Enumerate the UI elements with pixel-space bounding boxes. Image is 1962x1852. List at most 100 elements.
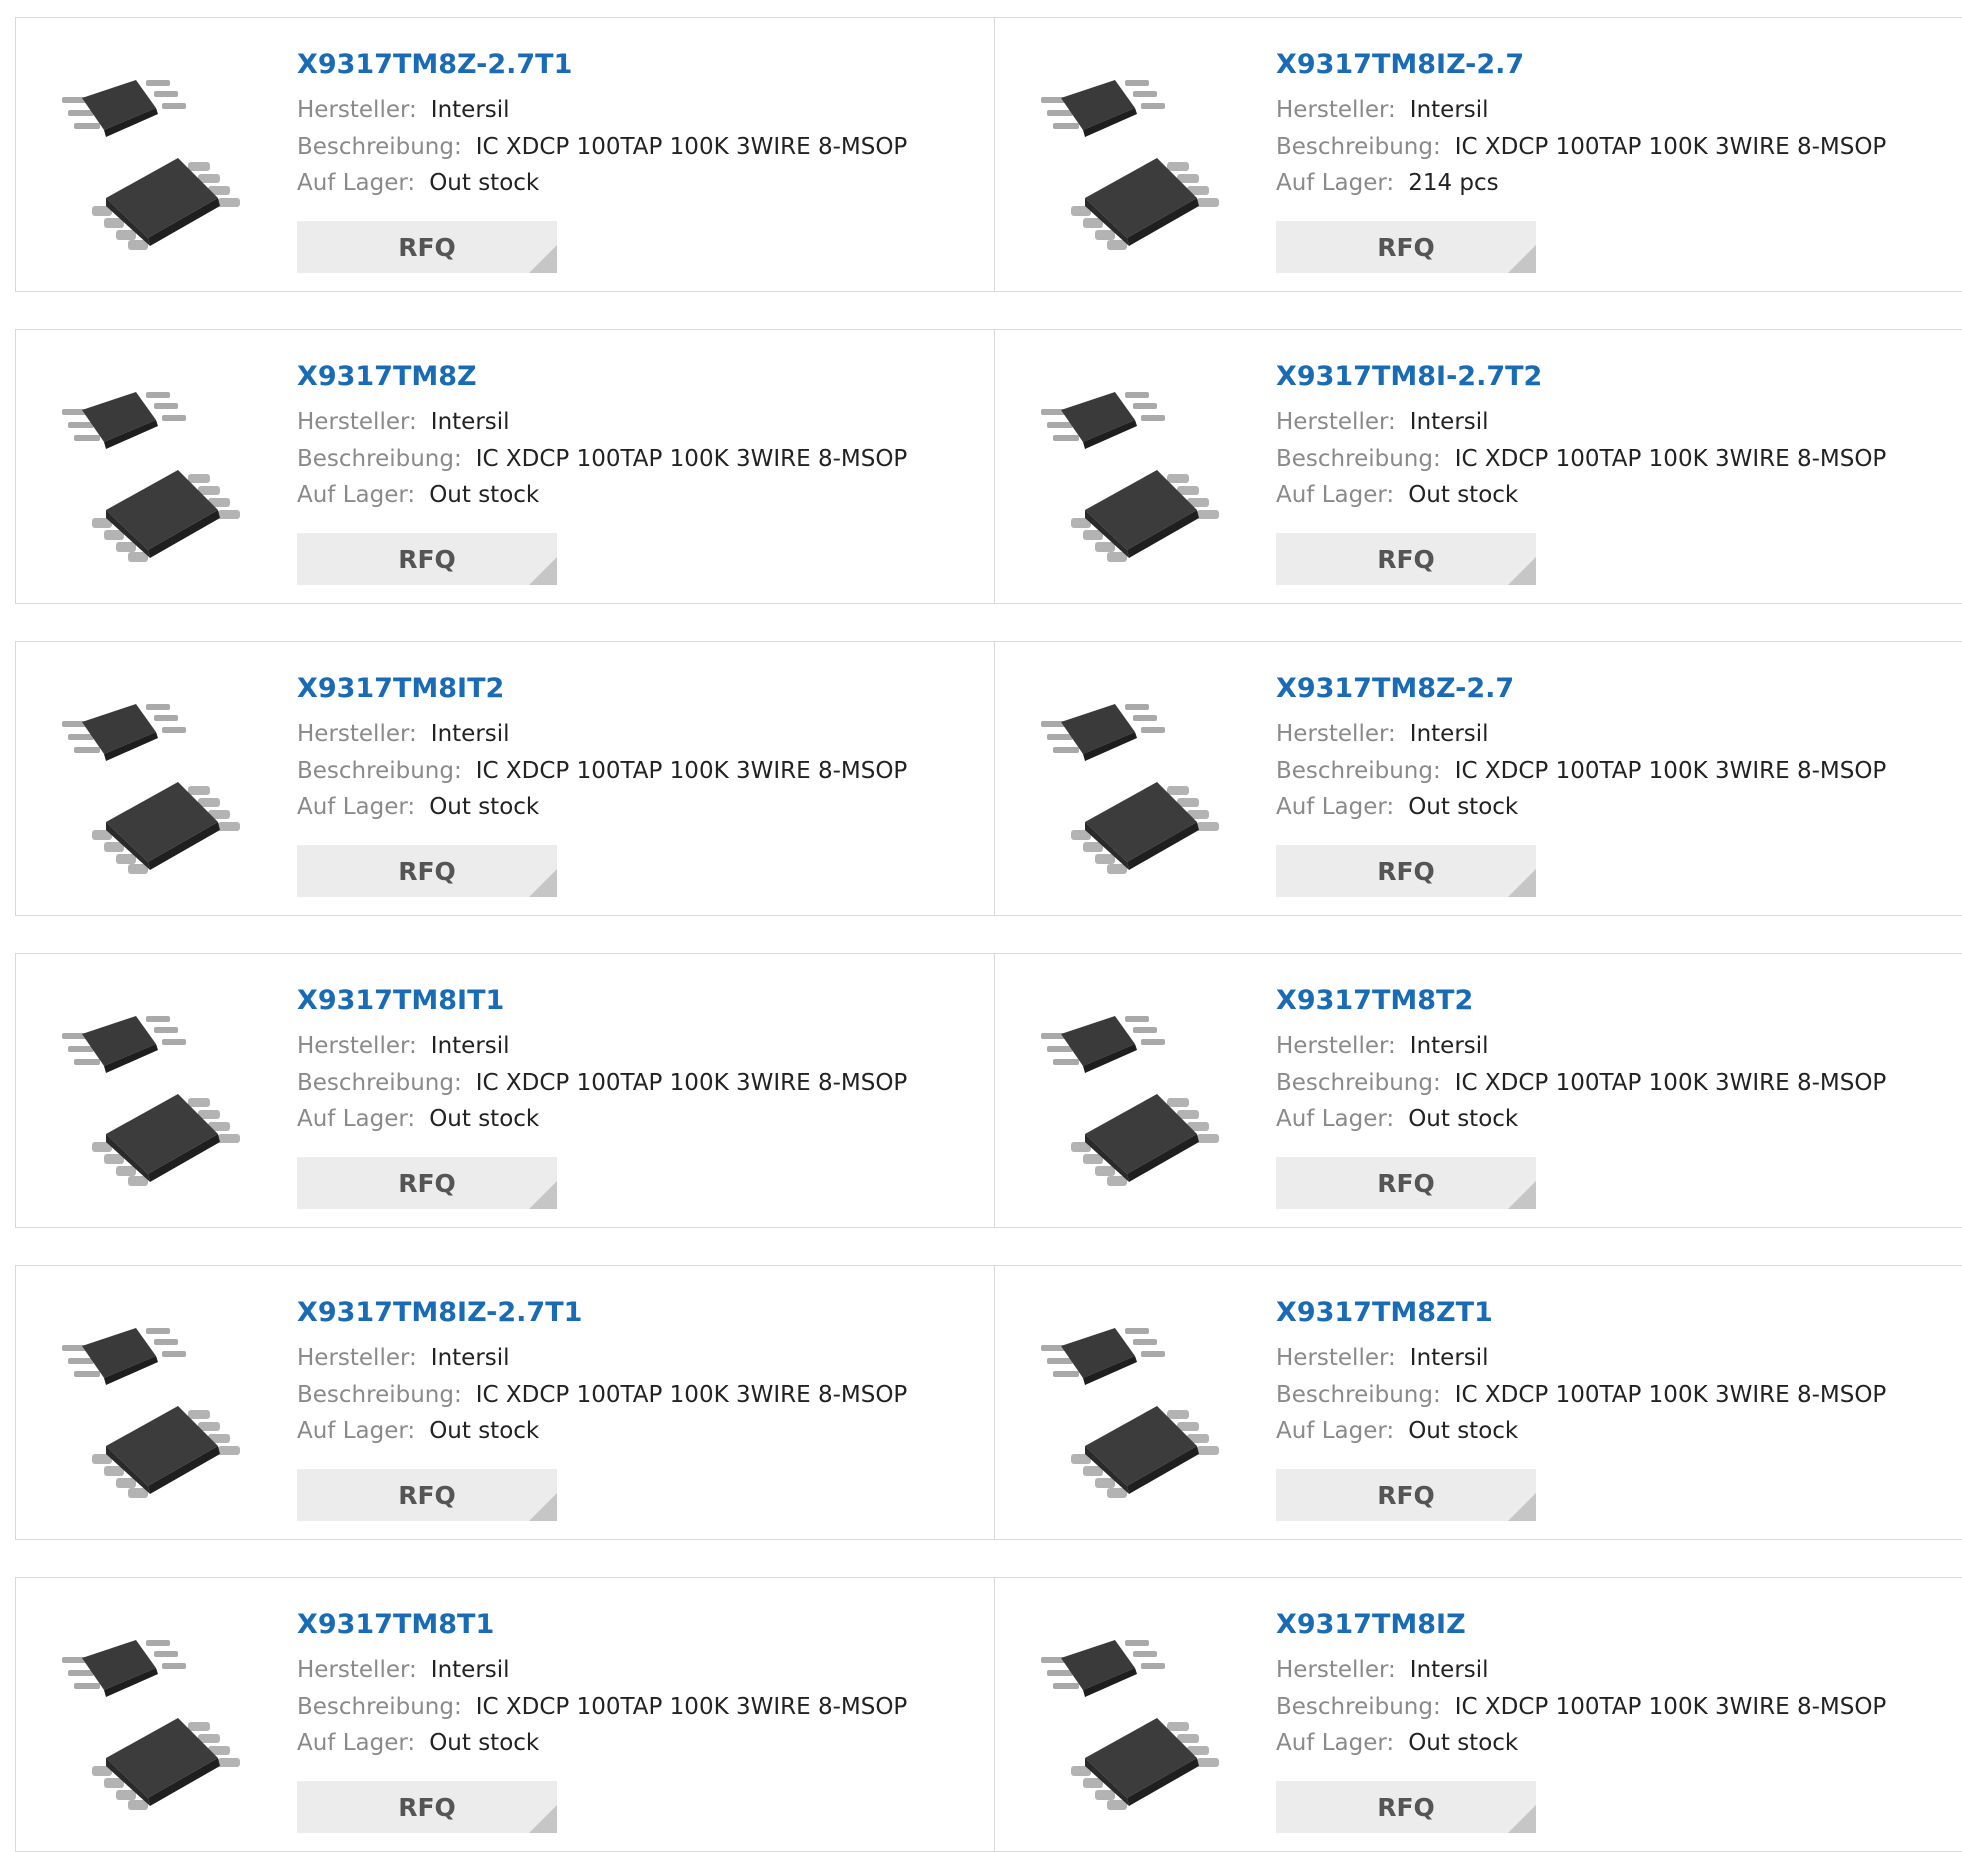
- product-card: X9317TM8IZ Hersteller: Intersil Beschreib…: [994, 1578, 1962, 1851]
- rfq-button[interactable]: RFQ: [1276, 1781, 1536, 1833]
- rfq-button[interactable]: RFQ: [1276, 533, 1536, 585]
- msop-8-chip-icon[interactable]: [58, 58, 258, 258]
- manufacturer-label: Hersteller:: [297, 721, 417, 747]
- description-line: Beschreibung: IC XDCP 100TAP 100K 3WIRE 8…: [297, 758, 907, 784]
- part-number-link[interactable]: X9317TM8I-2.7T2: [1276, 361, 1542, 392]
- description-line: Beschreibung: IC XDCP 100TAP 100K 3WIRE 8…: [297, 1694, 907, 1720]
- msop-8-chip-icon[interactable]: [58, 1618, 258, 1818]
- product-card: X9317TM8IT2 Hersteller: Intersil Beschrei…: [16, 642, 994, 915]
- product-card: X9317TM8ZT1 Hersteller: Intersil Beschrei…: [994, 1266, 1962, 1539]
- stock-line: Auf Lager: Out stock: [297, 1106, 539, 1132]
- part-number-link[interactable]: X9317TM8IZ-2.7: [1276, 49, 1524, 80]
- msop-8-chip-icon[interactable]: [58, 682, 258, 882]
- msop-8-chip-icon[interactable]: [1037, 1306, 1237, 1506]
- rfq-button[interactable]: RFQ: [1276, 221, 1536, 273]
- rfq-label: RFQ: [1377, 1792, 1435, 1822]
- manufacturer-value: Intersil: [1409, 97, 1489, 123]
- part-number-link[interactable]: X9317TM8T2: [1276, 985, 1473, 1016]
- manufacturer-value: Intersil: [1409, 1345, 1489, 1371]
- stock-line: Auf Lager: Out stock: [297, 482, 539, 508]
- stock-value: Out stock: [1408, 482, 1519, 508]
- description-label: Beschreibung:: [297, 758, 462, 784]
- description-value: IC XDCP 100TAP 100K 3WIRE 8-MSOP: [475, 446, 908, 472]
- stock-value: Out stock: [1408, 1730, 1519, 1756]
- msop-8-chip-icon[interactable]: [1037, 1618, 1237, 1818]
- corner-triangle-icon: [529, 1805, 557, 1833]
- manufacturer-label: Hersteller:: [297, 409, 417, 435]
- description-value: IC XDCP 100TAP 100K 3WIRE 8-MSOP: [1454, 1382, 1887, 1408]
- product-row: X9317TM8Z Hersteller: Intersil Beschreibu…: [15, 329, 1962, 604]
- description-value: IC XDCP 100TAP 100K 3WIRE 8-MSOP: [475, 134, 908, 160]
- part-number-link[interactable]: X9317TM8Z-2.7T1: [297, 49, 572, 80]
- corner-triangle-icon: [529, 245, 557, 273]
- part-number-link[interactable]: X9317TM8IT2: [297, 673, 504, 704]
- msop-8-chip-icon[interactable]: [58, 1306, 258, 1506]
- product-card: X9317TM8Z-2.7T1 Hersteller: Intersil Besc…: [16, 18, 994, 291]
- description-label: Beschreibung:: [297, 446, 462, 472]
- part-number-link[interactable]: X9317TM8T1: [297, 1609, 494, 1640]
- manufacturer-value: Intersil: [1409, 721, 1489, 747]
- stock-value: Out stock: [429, 794, 540, 820]
- stock-label: Auf Lager:: [1276, 1418, 1395, 1444]
- manufacturer-line: Hersteller: Intersil: [297, 97, 510, 123]
- msop-8-chip-icon[interactable]: [1037, 370, 1237, 570]
- part-number-link[interactable]: X9317TM8ZT1: [1276, 1297, 1493, 1328]
- msop-8-chip-icon[interactable]: [58, 370, 258, 570]
- manufacturer-label: Hersteller:: [297, 1657, 417, 1683]
- stock-value: Out stock: [1408, 1106, 1519, 1132]
- part-number-link[interactable]: X9317TM8IT1: [297, 985, 504, 1016]
- manufacturer-line: Hersteller: Intersil: [297, 1345, 510, 1371]
- manufacturer-value: Intersil: [1409, 409, 1489, 435]
- corner-triangle-icon: [1508, 557, 1536, 585]
- stock-value: Out stock: [1408, 794, 1519, 820]
- msop-8-chip-icon[interactable]: [1037, 994, 1237, 1194]
- description-value: IC XDCP 100TAP 100K 3WIRE 8-MSOP: [1454, 1070, 1887, 1096]
- manufacturer-value: Intersil: [430, 409, 510, 435]
- description-value: IC XDCP 100TAP 100K 3WIRE 8-MSOP: [1454, 446, 1887, 472]
- manufacturer-line: Hersteller: Intersil: [297, 409, 510, 435]
- description-line: Beschreibung: IC XDCP 100TAP 100K 3WIRE 8…: [297, 446, 907, 472]
- manufacturer-label: Hersteller:: [1276, 721, 1396, 747]
- part-number-link[interactable]: X9317TM8IZ-2.7T1: [297, 1297, 582, 1328]
- rfq-label: RFQ: [398, 1792, 456, 1822]
- stock-value: Out stock: [429, 170, 540, 196]
- part-number-link[interactable]: X9317TM8Z-2.7: [1276, 673, 1514, 704]
- manufacturer-value: Intersil: [1409, 1033, 1489, 1059]
- stock-line: Auf Lager: Out stock: [1276, 1730, 1518, 1756]
- rfq-button[interactable]: RFQ: [297, 1469, 557, 1521]
- product-card: X9317TM8Z-2.7 Hersteller: Intersil Beschr…: [994, 642, 1962, 915]
- manufacturer-label: Hersteller:: [1276, 409, 1396, 435]
- stock-label: Auf Lager:: [1276, 170, 1395, 196]
- stock-label: Auf Lager:: [297, 1106, 416, 1132]
- rfq-label: RFQ: [398, 544, 456, 574]
- description-value: IC XDCP 100TAP 100K 3WIRE 8-MSOP: [1454, 1694, 1887, 1720]
- stock-line: Auf Lager: Out stock: [1276, 482, 1518, 508]
- manufacturer-line: Hersteller: Intersil: [297, 1657, 510, 1683]
- part-number-link[interactable]: X9317TM8Z: [297, 361, 477, 392]
- rfq-button[interactable]: RFQ: [297, 221, 557, 273]
- msop-8-chip-icon[interactable]: [1037, 682, 1237, 882]
- stock-label: Auf Lager:: [297, 794, 416, 820]
- product-card: X9317TM8T2 Hersteller: Intersil Beschreib…: [994, 954, 1962, 1227]
- stock-line: Auf Lager: Out stock: [1276, 1106, 1518, 1132]
- stock-value: Out stock: [429, 482, 540, 508]
- description-line: Beschreibung: IC XDCP 100TAP 100K 3WIRE 8…: [1276, 446, 1886, 472]
- rfq-button[interactable]: RFQ: [1276, 1469, 1536, 1521]
- description-value: IC XDCP 100TAP 100K 3WIRE 8-MSOP: [1454, 758, 1887, 784]
- rfq-button[interactable]: RFQ: [297, 1781, 557, 1833]
- description-line: Beschreibung: IC XDCP 100TAP 100K 3WIRE 8…: [1276, 134, 1886, 160]
- product-card: X9317TM8IZ-2.7 Hersteller: Intersil Besch…: [994, 18, 1962, 291]
- part-number-link[interactable]: X9317TM8IZ: [1276, 1609, 1466, 1640]
- product-row: X9317TM8Z-2.7T1 Hersteller: Intersil Besc…: [15, 17, 1962, 292]
- rfq-button[interactable]: RFQ: [1276, 845, 1536, 897]
- rfq-button[interactable]: RFQ: [297, 845, 557, 897]
- rfq-button[interactable]: RFQ: [1276, 1157, 1536, 1209]
- msop-8-chip-icon[interactable]: [1037, 58, 1237, 258]
- rfq-button[interactable]: RFQ: [297, 533, 557, 585]
- rfq-button[interactable]: RFQ: [297, 1157, 557, 1209]
- product-row: X9317TM8T1 Hersteller: Intersil Beschreib…: [15, 1577, 1962, 1852]
- manufacturer-value: Intersil: [430, 97, 510, 123]
- description-line: Beschreibung: IC XDCP 100TAP 100K 3WIRE 8…: [297, 1070, 907, 1096]
- msop-8-chip-icon[interactable]: [58, 994, 258, 1194]
- description-label: Beschreibung:: [1276, 1382, 1441, 1408]
